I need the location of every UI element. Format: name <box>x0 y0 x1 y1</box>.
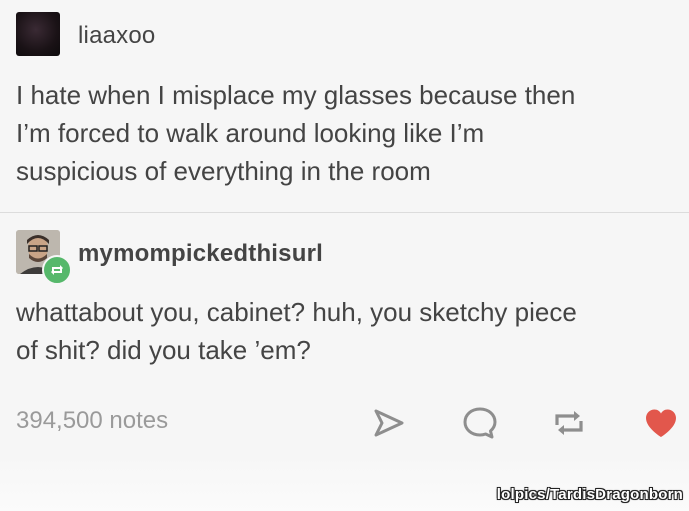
like-icon[interactable] <box>641 403 681 443</box>
reblogger-username[interactable]: mymompickedthisurl <box>78 240 323 268</box>
comment-body: whattabout you, cabinet? huh, you sketch… <box>16 297 577 365</box>
original-post: liaaxoo I hate when I misplace my glasse… <box>0 0 689 212</box>
reply-icon[interactable] <box>460 403 500 443</box>
tumblr-post: liaaxoo I hate when I misplace my glasse… <box>0 0 689 511</box>
share-icon[interactable] <box>368 403 408 443</box>
notes-count[interactable]: 394,500 notes <box>16 407 168 435</box>
post-body: I hate when I misplace my glasses becaus… <box>16 80 576 186</box>
watermark: lolpics/TardisDragonborn <box>496 486 683 503</box>
post-username[interactable]: liaaxoo <box>78 22 155 50</box>
reblog-badge-icon <box>42 255 72 285</box>
reblog-icon[interactable] <box>549 403 589 443</box>
post-footer: 394,500 notes <box>0 395 689 451</box>
avatar[interactable] <box>16 12 60 56</box>
